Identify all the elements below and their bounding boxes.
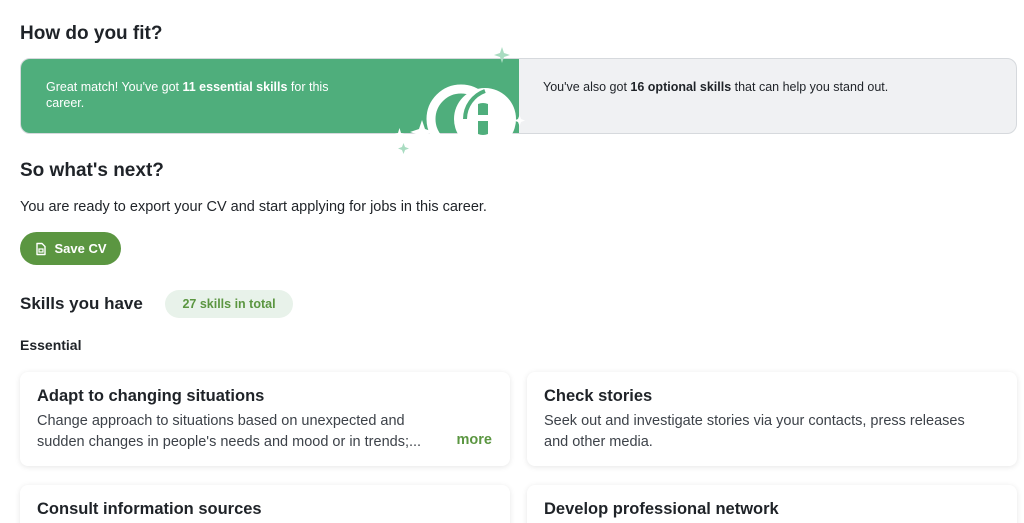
- skill-card-description: Seek out and investigate stories via you…: [544, 413, 965, 450]
- more-link[interactable]: more: [457, 432, 492, 448]
- skill-card[interactable]: Consult information sources: [20, 485, 510, 523]
- skill-card-title: Develop professional network: [544, 500, 779, 518]
- optional-skills-count: 16 optional skills: [630, 80, 732, 94]
- skill-card-title: Check stories: [544, 387, 653, 405]
- save-cv-label: Save CV: [54, 241, 107, 256]
- skill-card-description: Change approach to situations based on u…: [37, 413, 422, 450]
- skill-card[interactable]: Adapt to changing situations Change appr…: [20, 372, 510, 466]
- skill-card[interactable]: Check stories Seek out and investigate s…: [527, 372, 1017, 466]
- fit-summary-banner: Great match! You've got 11 essential ski…: [20, 47, 1017, 154]
- optional-skills-text: You've also got 16 optional skills that …: [543, 80, 889, 94]
- essential-group-label: Essential: [20, 337, 82, 353]
- essential-skills-count: 11 essential skills: [182, 80, 288, 94]
- next-description: You are ready to export your CV and star…: [20, 199, 487, 215]
- skills-section-title: Skills you have: [20, 294, 143, 313]
- skill-card-title: Consult information sources: [37, 500, 262, 518]
- skill-card[interactable]: Develop professional network: [527, 485, 1017, 523]
- essential-skills-text: Great match! You've got 11 essential ski…: [46, 80, 329, 110]
- next-section-title: So what's next?: [20, 160, 164, 181]
- skill-card-title: Adapt to changing situations: [37, 387, 265, 405]
- match-illustration-icon: [393, 47, 525, 154]
- document-icon: [36, 242, 47, 255]
- fit-section-title: How do you fit?: [20, 23, 163, 44]
- skills-total-badge: 27 skills in total: [165, 290, 293, 318]
- save-cv-button[interactable]: Save CV: [20, 232, 121, 265]
